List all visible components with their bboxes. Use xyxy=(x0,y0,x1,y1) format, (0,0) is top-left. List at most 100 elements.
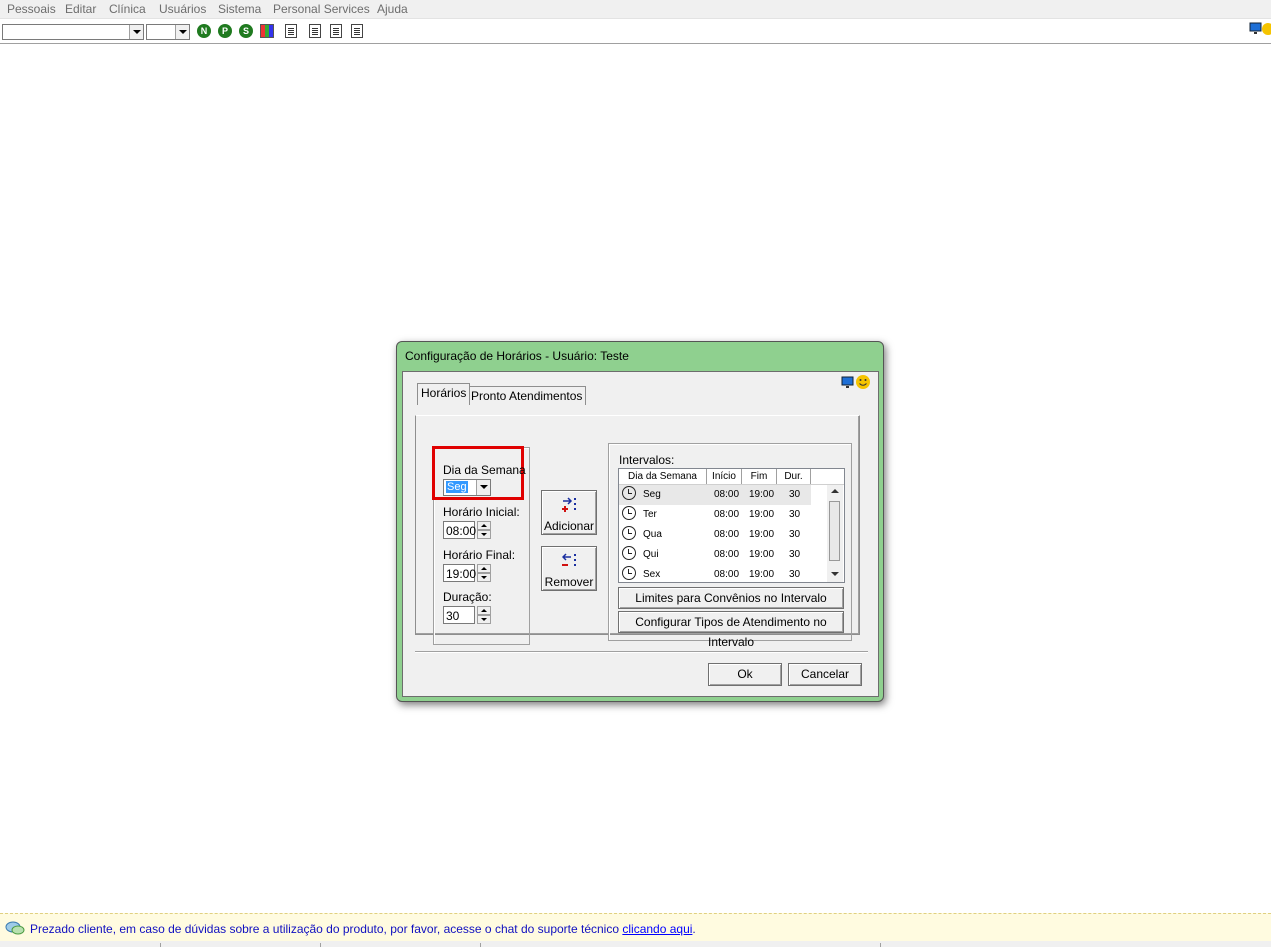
col-dia-semana[interactable]: Dia da Semana xyxy=(619,469,707,484)
nav-s-icon[interactable]: S xyxy=(239,24,253,38)
doc-icon[interactable] xyxy=(309,24,321,38)
horario-inicial-label: Horário Inicial: xyxy=(443,505,520,519)
cell-inicio: 08:00 xyxy=(714,569,740,580)
menu-personal-services[interactable]: Personal Services xyxy=(273,2,370,16)
menu-ajuda[interactable]: Ajuda xyxy=(377,2,408,16)
cell-fim: 19:00 xyxy=(749,489,775,500)
menu-pessoais[interactable]: Pessoais xyxy=(7,2,56,16)
col-fim[interactable]: Fim xyxy=(742,469,777,484)
horario-final-input[interactable]: 19:00 xyxy=(443,564,476,582)
doc-icon[interactable] xyxy=(351,24,363,38)
chevron-down-icon[interactable] xyxy=(175,25,189,39)
tab-pronto-atendimentos[interactable]: Pronto Atendimentos xyxy=(467,386,587,405)
support-message-text: Prezado cliente, em caso de dúvidas sobr… xyxy=(30,922,623,936)
clock-icon xyxy=(622,526,636,540)
dia-semana-select[interactable]: Seg xyxy=(443,479,491,496)
adicionar-label: Adicionar xyxy=(543,519,595,533)
support-message-end: . xyxy=(692,922,696,936)
tab-horarios[interactable]: Horários xyxy=(417,383,471,405)
scroll-down-icon[interactable] xyxy=(831,572,839,576)
horario-final-label: Horário Final: xyxy=(443,548,516,562)
scroll-thumb[interactable] xyxy=(829,501,840,561)
menu-clinica[interactable]: Clínica xyxy=(109,2,146,16)
add-arrow-icon xyxy=(562,497,576,512)
scrollbar[interactable] xyxy=(827,485,843,582)
limites-convenios-button[interactable]: Limites para Convênios no Intervalo xyxy=(618,587,844,609)
horarios-tab-panel: Dia da Semana Seg Horário Inicial: 08:00… xyxy=(415,415,860,649)
cell-fim: 19:00 xyxy=(749,569,775,580)
configurar-tipos-button[interactable]: Configurar Tipos de Atendimento no Inter… xyxy=(618,611,844,649)
col-inicio[interactable]: Início xyxy=(707,469,742,484)
intervalos-label: Intervalos: xyxy=(619,453,675,467)
cell-dur: 30 xyxy=(789,569,801,580)
nav-n-icon[interactable]: N xyxy=(197,24,211,38)
remove-arrow-icon xyxy=(562,553,576,566)
separator xyxy=(415,651,868,652)
cell-dur: 30 xyxy=(789,489,801,500)
support-banner: Prezado cliente, em caso de dúvidas sobr… xyxy=(0,913,1271,942)
support-link[interactable]: clicando aqui xyxy=(622,922,692,936)
cell-dia: Qua xyxy=(643,529,662,540)
support-message: Prezado cliente, em caso de dúvidas sobr… xyxy=(30,922,696,936)
list-item[interactable]: Qua 08:00 19:00 30 xyxy=(619,525,811,545)
toolbar-combo-2[interactable] xyxy=(146,24,190,40)
col-dur[interactable]: Dur. xyxy=(777,469,811,484)
doc-icon[interactable] xyxy=(330,24,342,38)
dialog-client-area: Horários Pronto Atendimentos Dia da Sema… xyxy=(402,371,879,697)
remover-label: Remover xyxy=(544,575,594,589)
cell-inicio: 08:00 xyxy=(714,509,740,520)
chevron-down-icon[interactable] xyxy=(129,25,143,39)
dialog-title: Configuração de Horários - Usuário: Test… xyxy=(405,349,629,363)
horario-final-spinner[interactable] xyxy=(477,564,491,583)
cell-dur: 30 xyxy=(789,529,801,540)
cancelar-button[interactable]: Cancelar xyxy=(788,663,862,686)
menu-sistema[interactable]: Sistema xyxy=(218,2,261,16)
cell-dia: Sex xyxy=(643,569,661,580)
scroll-up-icon[interactable] xyxy=(831,489,839,493)
horario-inicial-input[interactable]: 08:00 xyxy=(443,521,476,539)
cell-inicio: 08:00 xyxy=(714,489,740,500)
monitor-smiley-icon xyxy=(841,375,870,389)
intervalos-list[interactable]: Dia da Semana Início Fim Dur. Seg 08:00 19… xyxy=(618,468,845,583)
list-item[interactable]: Ter 08:00 19:00 30 xyxy=(619,505,811,525)
list-item[interactable]: Qui 08:00 19:00 30 xyxy=(619,545,811,565)
chat-icon xyxy=(5,921,25,935)
menu-editar[interactable]: Editar xyxy=(65,2,96,16)
cell-inicio: 08:00 xyxy=(714,549,740,560)
horario-inicial-spinner[interactable] xyxy=(477,521,491,540)
cell-dia: Ter xyxy=(643,509,657,520)
doc-icon[interactable] xyxy=(285,24,297,38)
chevron-down-icon[interactable] xyxy=(476,480,490,495)
menu-bar: Pessoais Editar Clínica Usuários Sistema… xyxy=(0,0,1271,19)
list-item[interactable]: Seg 08:00 19:00 30 xyxy=(619,485,811,505)
status-bar xyxy=(0,941,1271,947)
remover-button[interactable]: Remover xyxy=(541,546,597,591)
cell-dia: Seg xyxy=(643,489,661,500)
clock-icon xyxy=(622,506,636,520)
cell-dur: 30 xyxy=(789,509,801,520)
dia-semana-value: Seg xyxy=(446,481,468,493)
duracao-spinner[interactable] xyxy=(477,606,491,625)
adicionar-button[interactable]: Adicionar xyxy=(541,490,597,535)
cell-dur: 30 xyxy=(789,549,801,560)
ok-button[interactable]: Ok xyxy=(708,663,782,686)
cell-inicio: 08:00 xyxy=(714,529,740,540)
cell-fim: 19:00 xyxy=(749,529,775,540)
dia-semana-label: Dia da Semana xyxy=(443,463,526,477)
grid-icon[interactable] xyxy=(260,24,274,38)
config-horarios-dialog: Configuração de Horários - Usuário: Test… xyxy=(396,341,884,702)
toolbar-combo-1[interactable] xyxy=(2,24,144,40)
cell-fim: 19:00 xyxy=(749,509,775,520)
monitor-icon xyxy=(1249,22,1271,35)
nav-p-icon[interactable]: P xyxy=(218,24,232,38)
list-item[interactable]: Sex 08:00 19:00 30 xyxy=(619,565,811,582)
duracao-label: Duração: xyxy=(443,590,492,604)
clock-icon xyxy=(622,486,636,500)
cell-fim: 19:00 xyxy=(749,549,775,560)
cell-dia: Qui xyxy=(643,549,659,560)
toolbar xyxy=(0,19,1271,44)
menu-usuarios[interactable]: Usuários xyxy=(159,2,206,16)
clock-icon xyxy=(622,566,636,580)
duracao-input[interactable]: 30 xyxy=(443,606,475,624)
clock-icon xyxy=(622,546,636,560)
